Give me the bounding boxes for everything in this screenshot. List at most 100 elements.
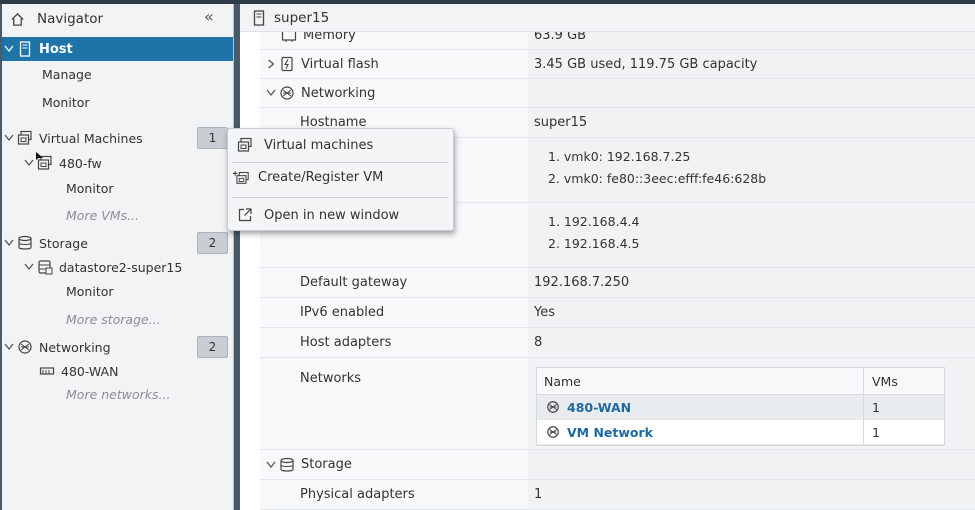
property-label: Physical adapters <box>300 487 415 502</box>
table-row[interactable]: 480-WAN 1 <box>537 395 944 420</box>
navigator-header: Navigator « <box>2 4 233 34</box>
menu-item-label: Open in new window <box>264 207 400 223</box>
nav-item-label: Monitor <box>66 283 114 299</box>
property-row-virtual-flash[interactable]: Virtual flash 3.45 GB used, 119.75 GB ca… <box>260 50 975 79</box>
list-item: 1. vmk0: 192.168.7.25 <box>548 149 691 164</box>
host-details: Memory 63.9 GB Virtual flash 3.45 GB use… <box>260 32 975 510</box>
dns-server-list: 1. 192.168.4.4 2. 192.168.4.5 <box>548 211 639 255</box>
virtual-machine-icon <box>236 137 254 153</box>
port-group-icon <box>38 363 56 379</box>
network-icon <box>16 339 34 355</box>
networks-table: Name VMs 480-WAN 1 VM Network 1 <box>536 367 945 446</box>
section-storage[interactable]: Storage <box>260 450 975 480</box>
storage-count-badge: 2 <box>197 232 228 254</box>
nav-item-storage[interactable]: Storage 2 <box>2 231 233 255</box>
network-link[interactable]: 480-WAN <box>567 400 631 415</box>
nav-item-label: Host <box>39 41 73 57</box>
chevron-down-icon[interactable] <box>2 239 16 247</box>
nav-item-host-monitor[interactable]: Monitor <box>2 90 233 114</box>
table-row[interactable]: VM Network 1 <box>537 420 944 445</box>
menu-item-virtual-machines[interactable]: Virtual machines <box>228 131 453 159</box>
network-link[interactable]: VM Network <box>567 425 653 440</box>
memory-icon <box>280 32 298 44</box>
section-networking[interactable]: Networking <box>260 79 975 108</box>
vm-count-cell: 1 <box>872 424 880 440</box>
nav-item-label: Monitor <box>42 94 90 110</box>
host-icon <box>250 9 268 26</box>
column-header-name[interactable]: Name <box>537 368 864 394</box>
storage-icon <box>278 457 296 473</box>
column-header-vms[interactable]: VMs <box>864 374 898 389</box>
nav-item-manage[interactable]: Manage <box>2 62 233 86</box>
mouse-cursor-icon <box>36 152 44 162</box>
property-value: 63.9 GB <box>534 32 587 43</box>
nav-item-label: Networking <box>39 339 111 355</box>
nav-item-label: Virtual Machines <box>39 130 143 146</box>
menu-item-label: Create/Register VM <box>258 169 384 185</box>
nav-item-more-vms[interactable]: More VMs... <box>2 203 233 227</box>
nav-item-label: More storage... <box>66 311 161 327</box>
property-value: Yes <box>534 305 555 320</box>
chevron-right-icon[interactable] <box>264 59 278 69</box>
network-icon <box>278 85 296 101</box>
property-label: Memory <box>303 32 356 43</box>
nav-item-datastore-monitor[interactable]: Monitor <box>2 279 233 303</box>
nav-item-label: Manage <box>42 66 92 82</box>
nav-item-networking[interactable]: Networking 2 <box>2 335 233 359</box>
menu-item-open-new-window[interactable]: Open in new window <box>228 201 453 229</box>
vm-count-cell: 1 <box>872 399 880 415</box>
chevron-down-icon[interactable] <box>22 263 36 271</box>
nav-item-label: More VMs... <box>66 207 140 223</box>
nav-item-vm-monitor[interactable]: Monitor <box>2 176 233 200</box>
chevron-down-icon[interactable] <box>22 159 36 167</box>
datastore-icon <box>36 259 54 275</box>
property-label: Virtual flash <box>301 56 379 72</box>
flash-icon <box>278 56 296 72</box>
nav-item-more-networks[interactable]: More networks... <box>2 382 233 406</box>
menu-divider <box>232 197 449 198</box>
chevron-down-icon[interactable] <box>2 134 16 142</box>
navigator-panel: Navigator « Host Manage Monitor Virtual … <box>2 4 234 510</box>
home-icon <box>8 11 26 27</box>
property-value: 8 <box>534 335 543 350</box>
chevron-down-icon[interactable] <box>2 45 16 53</box>
nav-item-virtual-machines[interactable]: Virtual Machines 1 <box>2 126 233 150</box>
storage-icon <box>16 235 34 251</box>
nav-item-label: Storage <box>39 235 88 251</box>
nav-item-label: Monitor <box>66 180 114 196</box>
nav-item-label: More networks... <box>66 386 171 402</box>
external-link-icon <box>236 207 254 223</box>
add-vm-icon <box>232 169 250 185</box>
property-label: IPv6 enabled <box>300 305 385 320</box>
menu-item-label: Virtual machines <box>264 137 374 153</box>
nav-item-host[interactable]: Host <box>2 37 233 61</box>
network-icon <box>544 424 562 440</box>
network-icon <box>544 399 562 415</box>
nav-item-datastore2-super15[interactable]: datastore2-super15 <box>2 255 233 279</box>
chevron-down-icon[interactable] <box>264 89 278 97</box>
collapse-navigator-icon[interactable]: « <box>204 7 214 26</box>
virtual-machine-icon <box>16 130 34 146</box>
main-panel: super15 Memory 63.9 GB Virtual flash 3.4… <box>240 4 975 510</box>
navigator-title: Navigator <box>37 11 104 27</box>
chevron-down-icon[interactable] <box>264 461 278 469</box>
property-row-memory: Memory 63.9 GB <box>260 32 975 50</box>
list-item: 2. 192.168.4.5 <box>548 236 640 251</box>
network-count-badge: 2 <box>197 336 228 358</box>
chevron-down-icon[interactable] <box>2 343 16 351</box>
property-label: Host adapters <box>300 335 392 350</box>
table-header: Name VMs <box>537 368 944 395</box>
main-header: super15 <box>240 4 975 32</box>
ip-address-list: 1. vmk0: 192.168.7.25 2. vmk0: fe80::3ee… <box>548 146 766 190</box>
menu-item-create-register-vm[interactable]: Create/Register VM <box>228 163 453 191</box>
nav-item-label: datastore2-super15 <box>59 259 183 275</box>
list-item: 1. 192.168.4.4 <box>548 214 640 229</box>
property-value: 3.45 GB used, 119.75 GB capacity <box>534 56 758 72</box>
host-icon <box>16 41 34 57</box>
nav-item-more-storage[interactable]: More storage... <box>2 307 233 331</box>
nav-item-label: 480-fw <box>59 155 102 171</box>
nav-item-480-wan[interactable]: 480-WAN <box>2 359 233 383</box>
property-label: Storage <box>301 457 352 472</box>
property-row-ipv6-enabled: IPv6 enabled Yes <box>260 298 975 328</box>
property-value: 192.168.7.250 <box>534 275 630 290</box>
